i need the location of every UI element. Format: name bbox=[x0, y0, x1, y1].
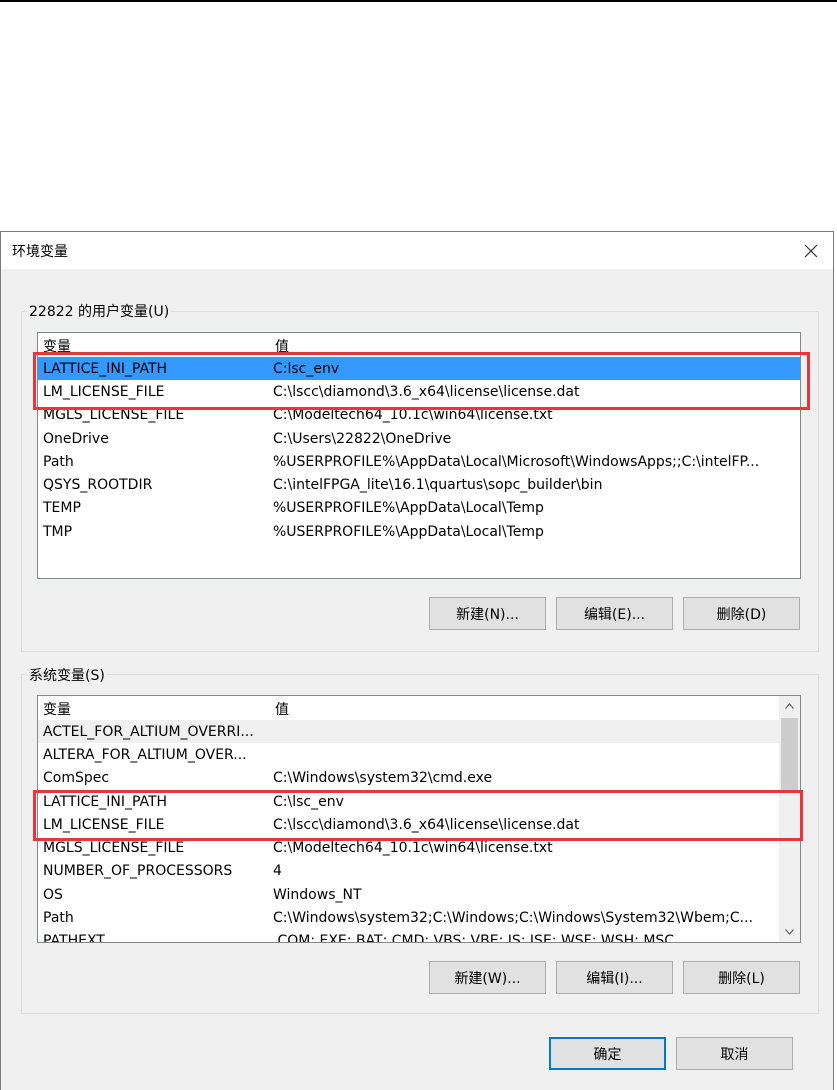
table-row[interactable]: MGLS_LICENSE_FILE C:\Modeltech64_10.1c\wi… bbox=[38, 404, 800, 427]
table-row[interactable]: NUMBER_OF_PROCESSORS 4 bbox=[38, 860, 779, 883]
variable-value-cell: C:\Modeltech64_10.1c\win64\license.txt bbox=[273, 840, 553, 857]
variable-value-cell: Windows_NT bbox=[273, 886, 362, 903]
table-row[interactable]: Path %USERPROFILE%\AppData\Local\Microsof… bbox=[38, 450, 800, 473]
table-row[interactable]: ComSpec C:\Windows\system32\cmd.exe bbox=[38, 767, 779, 790]
variable-name-cell: OS bbox=[43, 886, 63, 903]
header-variable[interactable]: 变量 bbox=[38, 696, 270, 720]
system-delete-button[interactable]: 删除(L) bbox=[683, 961, 800, 994]
table-row[interactable]: PATHEXT .COM;.EXE;.BAT;.CMD;.VBS;.VBE;.JS… bbox=[38, 930, 779, 943]
table-row[interactable]: LATTICE_INI_PATH C:\lsc_env bbox=[38, 790, 779, 813]
variable-name-cell: Path bbox=[43, 910, 74, 927]
table-row[interactable]: OS Windows_NT bbox=[38, 883, 779, 906]
variable-name-cell: NUMBER_OF_PROCESSORS bbox=[43, 863, 233, 880]
scroll-down-button[interactable] bbox=[779, 922, 800, 942]
user-new-button[interactable]: 新建(N)... bbox=[429, 597, 546, 630]
scroll-up-button[interactable] bbox=[779, 696, 800, 716]
chevron-down-icon bbox=[785, 929, 794, 935]
system-list-body: ACTEL_FOR_ALTIUM_OVERRI... ALTERA_FOR_ALT… bbox=[38, 720, 779, 943]
variable-value-cell: C:lsc_env bbox=[273, 360, 340, 377]
variable-value-cell: C:\intelFPGA_lite\16.1\quartus\sopc_buil… bbox=[273, 477, 603, 494]
variable-name-cell: LATTICE_INI_PATH bbox=[43, 793, 168, 810]
variable-value-cell: C:\Windows\system32\cmd.exe bbox=[273, 770, 493, 787]
variable-value-cell: C:\lsc_env bbox=[273, 793, 344, 810]
variable-value-cell: %USERPROFILE%\AppData\Local\Temp bbox=[273, 500, 544, 517]
variable-name-cell: ALTERA_FOR_ALTIUM_OVER... bbox=[43, 746, 247, 763]
variable-name-cell: ComSpec bbox=[43, 770, 110, 787]
variable-value-cell: C:\lscc\diamond\3.6_x64\license\license.… bbox=[273, 816, 580, 833]
user-variables-label: 22822 的用户变量(U) bbox=[27, 301, 172, 321]
scroll-thumb[interactable] bbox=[781, 718, 798, 790]
table-row[interactable]: Path C:\Windows\system32;C:\Windows;C:\Wi… bbox=[38, 906, 779, 929]
variable-name-cell: MGLS_LICENSE_FILE bbox=[43, 407, 185, 424]
variable-name-cell: Path bbox=[43, 453, 74, 470]
variable-value-cell: %USERPROFILE%\AppData\Local\Temp bbox=[273, 523, 544, 540]
ok-button[interactable]: 确定 bbox=[549, 1037, 666, 1070]
header-value[interactable]: 值 bbox=[270, 333, 289, 357]
close-button[interactable] bbox=[789, 232, 833, 269]
system-variables-list[interactable]: 变量 值 ACTEL_FOR_ALTIUM_OVERRI... ALTERA_FO… bbox=[37, 695, 801, 943]
system-variables-label: 系统变量(S) bbox=[27, 665, 107, 685]
system-edit-button[interactable]: 编辑(I)... bbox=[556, 961, 673, 994]
table-row[interactable]: OneDrive C:\Users\22822\OneDrive bbox=[38, 427, 800, 450]
system-list-scrollbar[interactable] bbox=[779, 696, 800, 942]
variable-value-cell: %USERPROFILE%\AppData\Local\Microsoft\Wi… bbox=[273, 453, 760, 470]
table-row[interactable]: ACTEL_FOR_ALTIUM_OVERRI... bbox=[38, 720, 779, 744]
user-edit-button[interactable]: 编辑(E)... bbox=[556, 597, 673, 630]
variable-name-cell: MGLS_LICENSE_FILE bbox=[43, 840, 185, 857]
variable-name-cell: TMP bbox=[43, 523, 73, 540]
table-row[interactable]: LM_LICENSE_FILE C:\lscc\diamond\3.6_x64\l… bbox=[38, 813, 779, 836]
variable-name-cell: TEMP bbox=[43, 500, 81, 517]
table-row[interactable]: ALTERA_FOR_ALTIUM_OVER... bbox=[38, 743, 779, 766]
variable-name-cell: LM_LICENSE_FILE bbox=[43, 816, 165, 833]
user-delete-button[interactable]: 删除(D) bbox=[683, 597, 800, 630]
user-list-body: LATTICE_INI_PATH C:lsc_env LM_LICENSE_FILE… bbox=[38, 357, 800, 543]
variable-value-cell: C:\Modeltech64_10.1c\win64\license.txt bbox=[273, 407, 553, 424]
header-value[interactable]: 值 bbox=[270, 696, 289, 720]
title-bar[interactable]: 环境变量 bbox=[1, 232, 833, 269]
variable-value-cell: .COM;.EXE;.BAT;.CMD;.VBS;.VBE;.JS;.JSE;.… bbox=[273, 933, 675, 943]
variable-name-cell: ACTEL_FOR_ALTIUM_OVERRI... bbox=[43, 723, 254, 740]
table-row[interactable]: LM_LICENSE_FILE C:\lscc\diamond\3.6_x64\l… bbox=[38, 380, 800, 403]
user-list-header: 变量 值 bbox=[38, 333, 289, 357]
top-rule bbox=[0, 0, 837, 2]
system-new-button[interactable]: 新建(W)... bbox=[429, 961, 546, 994]
variable-value-cell: 4 bbox=[273, 863, 282, 880]
variable-value-cell: C:\Users\22822\OneDrive bbox=[273, 430, 452, 447]
table-row[interactable]: QSYS_ROOTDIR C:\intelFPGA_lite\16.1\quart… bbox=[38, 473, 800, 496]
dialog-title: 环境变量 bbox=[12, 244, 68, 260]
variable-name-cell: PATHEXT bbox=[43, 933, 105, 943]
user-variables-list[interactable]: 变量 值 LATTICE_INI_PATH C:lsc_env LM_LICENSE… bbox=[37, 332, 801, 579]
header-variable[interactable]: 变量 bbox=[38, 333, 270, 357]
variable-value-cell: C:\lscc\diamond\3.6_x64\license\license.… bbox=[273, 383, 580, 400]
table-row[interactable]: TMP %USERPROFILE%\AppData\Local\Temp bbox=[38, 520, 800, 543]
variable-name-cell: LATTICE_INI_PATH bbox=[43, 360, 168, 377]
table-row[interactable]: LATTICE_INI_PATH C:lsc_env bbox=[38, 357, 800, 381]
system-list-header: 变量 值 bbox=[38, 696, 779, 720]
variable-value-cell: C:\Windows\system32;C:\Windows;C:\Window… bbox=[273, 910, 753, 927]
cancel-button[interactable]: 取消 bbox=[676, 1037, 793, 1070]
variable-name-cell: OneDrive bbox=[43, 430, 109, 447]
close-icon bbox=[804, 244, 818, 257]
variable-name-cell: QSYS_ROOTDIR bbox=[43, 477, 153, 494]
table-row[interactable]: TEMP %USERPROFILE%\AppData\Local\Temp bbox=[38, 497, 800, 520]
chevron-up-icon bbox=[785, 703, 794, 709]
table-row[interactable]: MGLS_LICENSE_FILE C:\Modeltech64_10.1c\wi… bbox=[38, 836, 779, 859]
variable-name-cell: LM_LICENSE_FILE bbox=[43, 383, 165, 400]
